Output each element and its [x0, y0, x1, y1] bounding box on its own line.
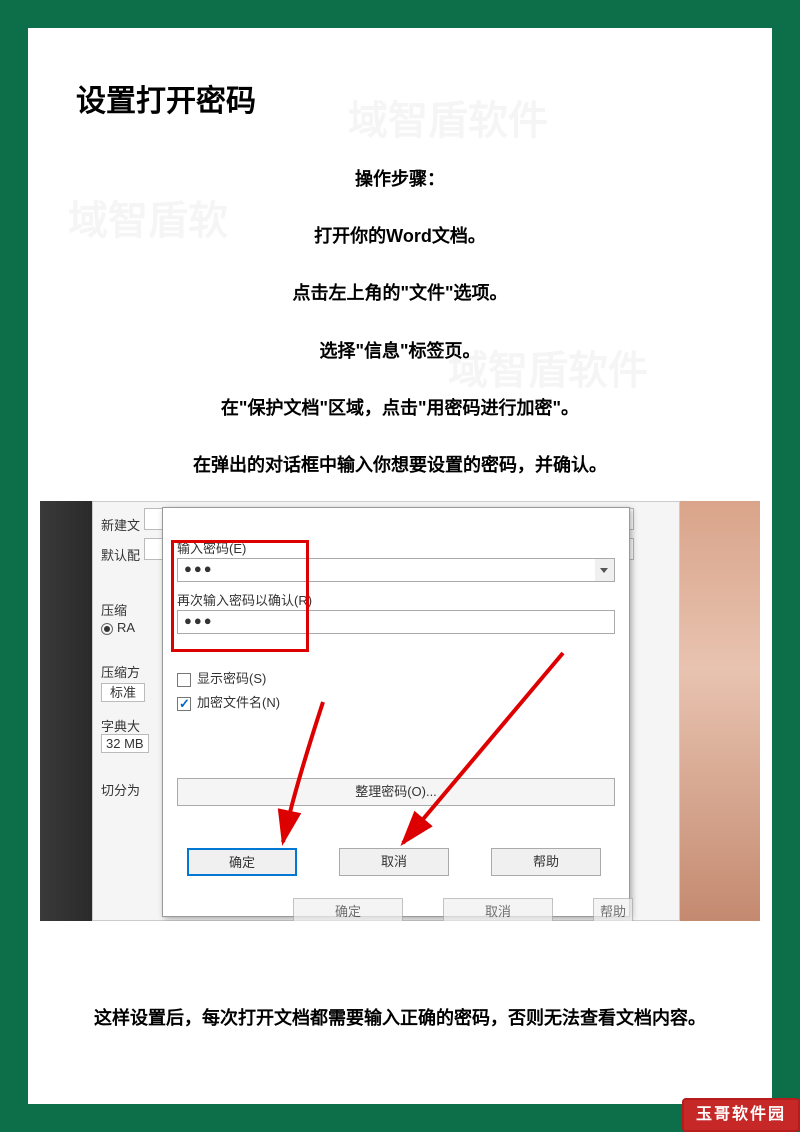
- ok-button-2[interactable]: 确定: [293, 898, 403, 921]
- bp-split: 切分为: [101, 780, 140, 799]
- red-highlight-box: [171, 540, 309, 652]
- bg-right-strip: [680, 501, 760, 921]
- step-2: 点击左上角的"文件"选项。: [28, 272, 772, 315]
- help-button[interactable]: 帮助: [491, 848, 601, 876]
- checkbox-icon: [177, 673, 191, 687]
- pwd-dropdown[interactable]: [595, 558, 615, 582]
- bp-compress: 压缩: [101, 600, 149, 619]
- bp-method-val: 标准: [101, 682, 145, 701]
- bp-dict: 字典大: [101, 716, 140, 735]
- bp-dict-val: 32 MB: [101, 736, 149, 751]
- steps-header: 操作步骤：: [28, 158, 772, 201]
- organize-passwords-button[interactable]: 整理密码(O)...: [177, 778, 615, 806]
- show-password-check[interactable]: 显示密码(S): [177, 668, 266, 687]
- arrow-to-confirm-icon: [383, 648, 603, 858]
- conclusion-text: 这样设置后，每次打开文档都需要输入正确的密码，否则无法查看文档内容。: [0, 1004, 800, 1030]
- page-title: 设置打开密码: [76, 76, 772, 120]
- step-3: 选择"信息"标签页。: [28, 330, 772, 373]
- ok-button[interactable]: 确定: [187, 848, 297, 876]
- cancel-button-2[interactable]: 取消: [443, 898, 553, 921]
- watermark-stamp: 玉哥软件园: [682, 1098, 800, 1132]
- step-4: 在"保护文档"区域，点击"用密码进行加密"。: [28, 387, 772, 430]
- step-5: 在弹出的对话框中输入你想要设置的密码，并确认。: [28, 444, 772, 487]
- help-button-2[interactable]: 帮助: [593, 898, 633, 921]
- screenshot-area: 新建文 默认配 压缩 RA 压缩方 标准 字典大 32 MB 切分为 输入密码(…: [40, 501, 760, 921]
- steps-block: 操作步骤： 打开你的Word文档。 点击左上角的"文件"选项。 选择"信息"标签…: [28, 158, 772, 487]
- page-card: 域智盾软件 域智盾软 域智盾软件 设置打开密码 操作步骤： 打开你的Word文档…: [28, 28, 772, 1104]
- radio-ra[interactable]: [101, 623, 113, 635]
- bp-method: 压缩方: [101, 662, 140, 681]
- encrypt-filename-check[interactable]: 加密文件名(N): [177, 692, 280, 711]
- bp-radio-row: RA: [101, 620, 135, 635]
- bg-left-strip: [40, 501, 92, 921]
- step-1: 打开你的Word文档。: [28, 215, 772, 258]
- checkbox-checked-icon: [177, 697, 191, 711]
- cancel-button[interactable]: 取消: [339, 848, 449, 876]
- password-dialog: 输入密码(E) ●●● 再次输入密码以确认(R) ●●● 显示密码(S) 加密文…: [162, 507, 630, 917]
